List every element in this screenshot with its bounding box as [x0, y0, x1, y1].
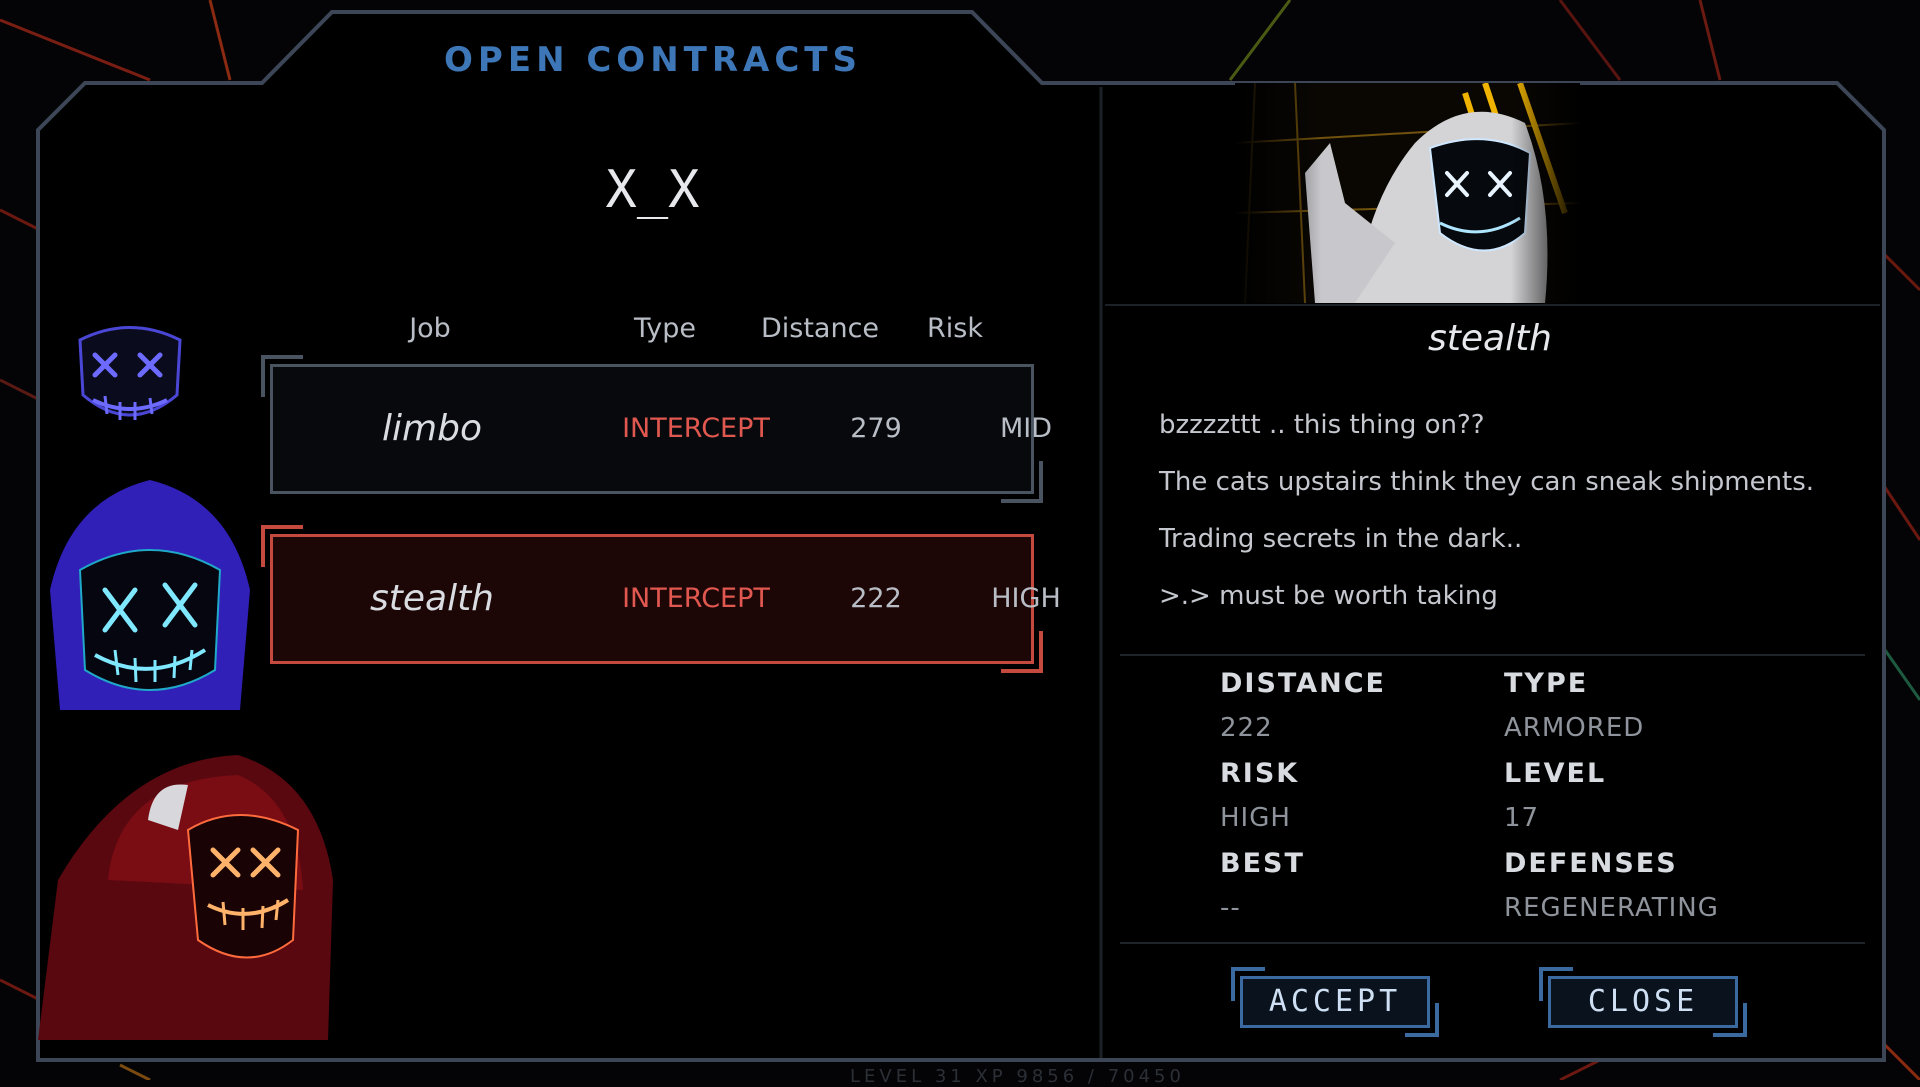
- row-risk: MID: [999, 413, 1053, 444]
- briefing-line: >.> must be worth taking: [1159, 581, 1498, 611]
- row-risk: HIGH: [991, 583, 1061, 614]
- stat-value-defenses: REGENERATING: [1504, 893, 1719, 923]
- contract-name: stealth: [1427, 318, 1552, 359]
- player-level-footer: LEVEL 31 XP 9856 / 70450: [850, 1066, 1185, 1087]
- divider: [1120, 942, 1865, 944]
- stat-value-best: --: [1220, 893, 1241, 923]
- contract-portrait: [1235, 83, 1580, 303]
- stat-label-type: TYPE: [1504, 668, 1589, 699]
- row-distance: 279: [850, 413, 902, 444]
- row-type: INTERCEPT: [622, 583, 770, 614]
- stat-value-level: 17: [1504, 803, 1540, 833]
- close-button-label: CLOSE: [1587, 984, 1699, 1019]
- stat-label-best: BEST: [1220, 848, 1305, 879]
- row-job: limbo: [382, 408, 482, 449]
- blue-hooded-mask-avatar[interactable]: [40, 470, 260, 710]
- close-button[interactable]: CLOSE: [1539, 967, 1747, 1037]
- row-distance: 222: [850, 583, 902, 614]
- column-header-type: Type: [633, 313, 696, 344]
- contract-row-limbo[interactable]: limbo INTERCEPT 279 MID: [261, 355, 1052, 503]
- stat-value-risk: HIGH: [1220, 803, 1291, 833]
- stat-value-distance: 222: [1220, 713, 1273, 743]
- player-name: X_X: [605, 160, 700, 220]
- red-hooded-mask-avatar[interactable]: [38, 740, 338, 1040]
- stat-label-defenses: DEFENSES: [1504, 848, 1678, 879]
- stat-label-level: LEVEL: [1504, 758, 1607, 789]
- stat-label-risk: RISK: [1220, 758, 1300, 789]
- briefing-line: Trading secrets in the dark..: [1159, 524, 1523, 554]
- purple-mask-avatar[interactable]: [65, 310, 195, 440]
- accept-button-label: ACCEPT: [1268, 984, 1402, 1019]
- row-job: stealth: [369, 578, 494, 619]
- column-header-job: Job: [409, 313, 451, 344]
- button-corner: [1405, 1003, 1439, 1037]
- button-corner: [1231, 967, 1265, 1001]
- stat-label-distance: DISTANCE: [1220, 668, 1386, 699]
- button-corner: [1539, 967, 1573, 1001]
- column-header-distance: Distance: [760, 313, 880, 344]
- divider: [1120, 654, 1865, 656]
- stat-value-type: ARMORED: [1504, 713, 1645, 743]
- button-corner: [1713, 1003, 1747, 1037]
- briefing-line: bzzzzttt .. this thing on??: [1159, 410, 1485, 440]
- contract-row-stealth[interactable]: stealth INTERCEPT 222 HIGH: [261, 525, 1061, 673]
- accept-button[interactable]: ACCEPT: [1231, 967, 1439, 1037]
- panel-title: OPEN CONTRACTS: [444, 40, 862, 80]
- briefing-line: The cats upstairs think they can sneak s…: [1159, 467, 1815, 497]
- row-type: INTERCEPT: [622, 413, 770, 444]
- column-header-risk: Risk: [927, 313, 983, 344]
